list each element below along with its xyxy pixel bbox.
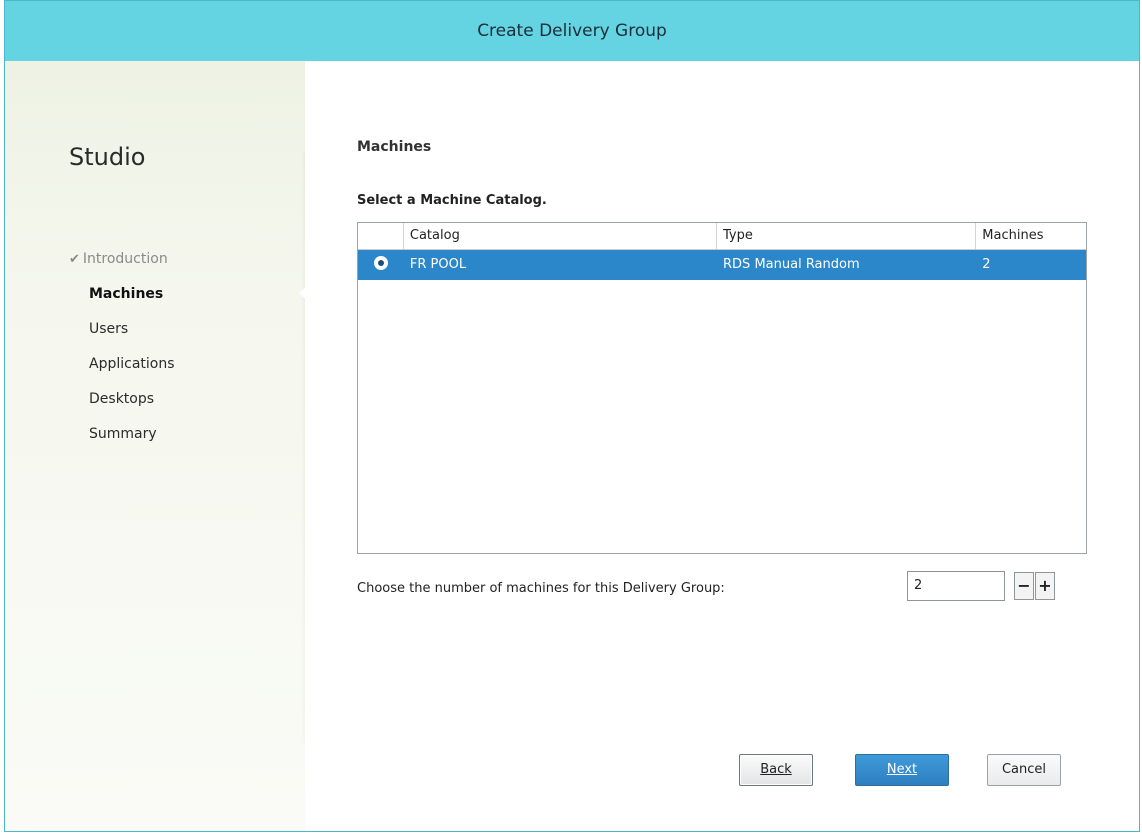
step-machines[interactable]: Machines [69, 283, 175, 318]
back-button[interactable]: Back [739, 754, 813, 786]
current-step-pointer [299, 284, 309, 302]
step-summary[interactable]: Summary [69, 423, 175, 458]
catalog-instructions: Select a Machine Catalog. [357, 193, 547, 208]
step-desktops[interactable]: Desktops [69, 388, 175, 423]
radio-selected-icon[interactable] [374, 256, 388, 270]
page-title: Machines [357, 139, 432, 155]
cancel-button[interactable]: Cancel [987, 754, 1061, 786]
title-bar: Create Delivery Group [5, 1, 1139, 62]
increment-button[interactable]: + [1035, 572, 1055, 600]
column-header-machines[interactable]: Machines [976, 223, 1086, 249]
decrement-button[interactable]: − [1014, 572, 1034, 600]
window-title: Create Delivery Group [477, 21, 667, 41]
step-applications[interactable]: Applications [69, 353, 175, 388]
type-cell: RDS Manual Random [723, 257, 860, 272]
catalog-table: Catalog Type Machines FR POOL RDS Manual… [357, 222, 1087, 554]
column-header-catalog[interactable]: Catalog [404, 223, 718, 249]
row-select-cell[interactable] [358, 250, 404, 280]
machines-cell: 2 [982, 257, 991, 272]
next-button[interactable]: Next [855, 754, 949, 786]
check-icon: ✔ [69, 252, 80, 267]
machine-count-label: Choose the number of machines for this D… [357, 581, 725, 596]
column-header-select[interactable] [358, 223, 404, 249]
step-introduction[interactable]: ✔ Introduction [69, 248, 175, 283]
column-header-type[interactable]: Type [717, 223, 977, 249]
catalog-cell: FR POOL [409, 257, 467, 272]
studio-brand: Studio [69, 143, 146, 171]
dialog-window: Create Delivery Group Studio ✔ Introducti… [4, 0, 1140, 832]
table-header: Catalog Type Machines [358, 223, 1086, 250]
machine-count-input[interactable]: 2 [907, 571, 1005, 601]
table-row[interactable]: FR POOL RDS Manual Random 2 [358, 250, 1086, 280]
wizard-steps: ✔ Introduction Machines Users Application… [69, 248, 175, 458]
step-users[interactable]: Users [69, 318, 175, 353]
